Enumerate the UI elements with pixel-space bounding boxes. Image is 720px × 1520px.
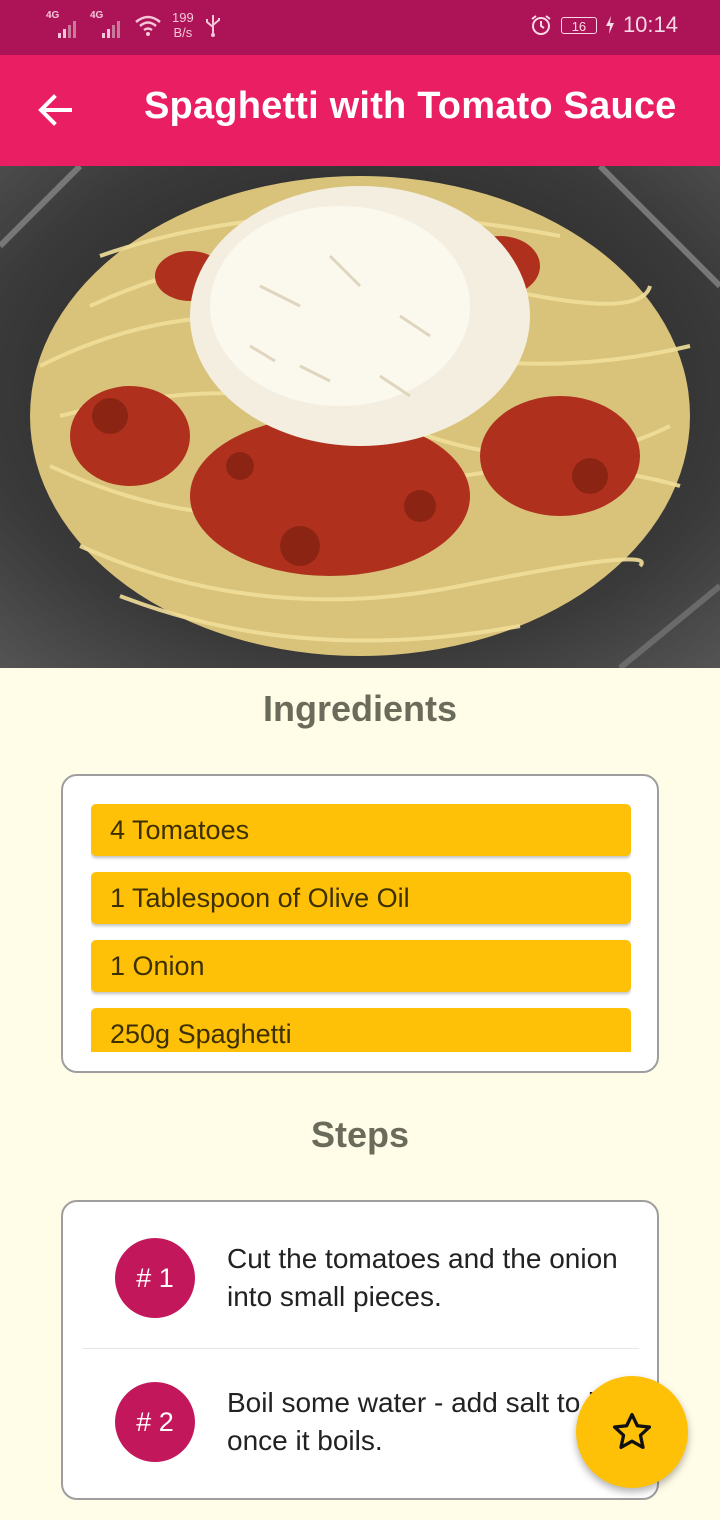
step-item: # 1 Cut the tomatoes and the onion into … xyxy=(63,1202,657,1346)
usb-icon xyxy=(205,15,220,37)
status-bar: 4G 4G 199 B/s 16 10:14 xyxy=(0,0,720,55)
wifi-icon xyxy=(135,15,161,36)
alarm-icon xyxy=(531,15,551,35)
step-item: # 2 Boil some water - add salt to it onc… xyxy=(63,1346,657,1490)
battery-icon: 16 xyxy=(560,16,597,34)
ingredient-item: 250g Spaghetti xyxy=(91,1008,631,1052)
ingredients-list[interactable]: 4 Tomatoes 1 Tablespoon of Olive Oil 1 O… xyxy=(91,804,631,1052)
recipe-image xyxy=(0,166,720,668)
status-left: 4G 4G 199 B/s xyxy=(46,10,222,40)
steps-heading: Steps xyxy=(310,1114,410,1155)
step-text: Boil some water - add salt to it once it… xyxy=(227,1387,603,1456)
page-title: Spaghetti with Tomato Sauce xyxy=(144,85,677,127)
step-text: Cut the tomatoes and the onion into smal… xyxy=(227,1243,618,1312)
app-bar: Spaghetti with Tomato Sauce xyxy=(0,55,720,166)
ingredients-heading: Ingredients xyxy=(262,688,458,729)
step-number-badge: # 1 xyxy=(115,1238,195,1318)
clock: 10:14 xyxy=(622,12,678,37)
step-number-badge: # 2 xyxy=(115,1382,195,1462)
ingredient-item: 4 Tomatoes xyxy=(91,804,631,856)
star-outline-icon xyxy=(612,1412,652,1450)
steps-card: # 1 Cut the tomatoes and the onion into … xyxy=(61,1200,659,1500)
favorite-button[interactable] xyxy=(576,1376,688,1488)
signal-icon: 4G xyxy=(46,10,80,40)
status-right: 16 10:14 xyxy=(529,12,678,38)
ingredient-item: 1 Onion xyxy=(91,940,631,992)
signal-icon: 4G xyxy=(90,10,124,40)
arrow-left-icon xyxy=(38,94,72,126)
back-button[interactable] xyxy=(30,85,80,135)
network-type-2: 4G xyxy=(90,10,104,21)
ingredients-card: 4 Tomatoes 1 Tablespoon of Olive Oil 1 O… xyxy=(61,774,659,1073)
network-speed: 199 B/s xyxy=(172,10,194,40)
network-type-1: 4G xyxy=(46,10,60,21)
ingredient-item: 1 Tablespoon of Olive Oil xyxy=(91,872,631,924)
charging-icon xyxy=(605,16,614,34)
